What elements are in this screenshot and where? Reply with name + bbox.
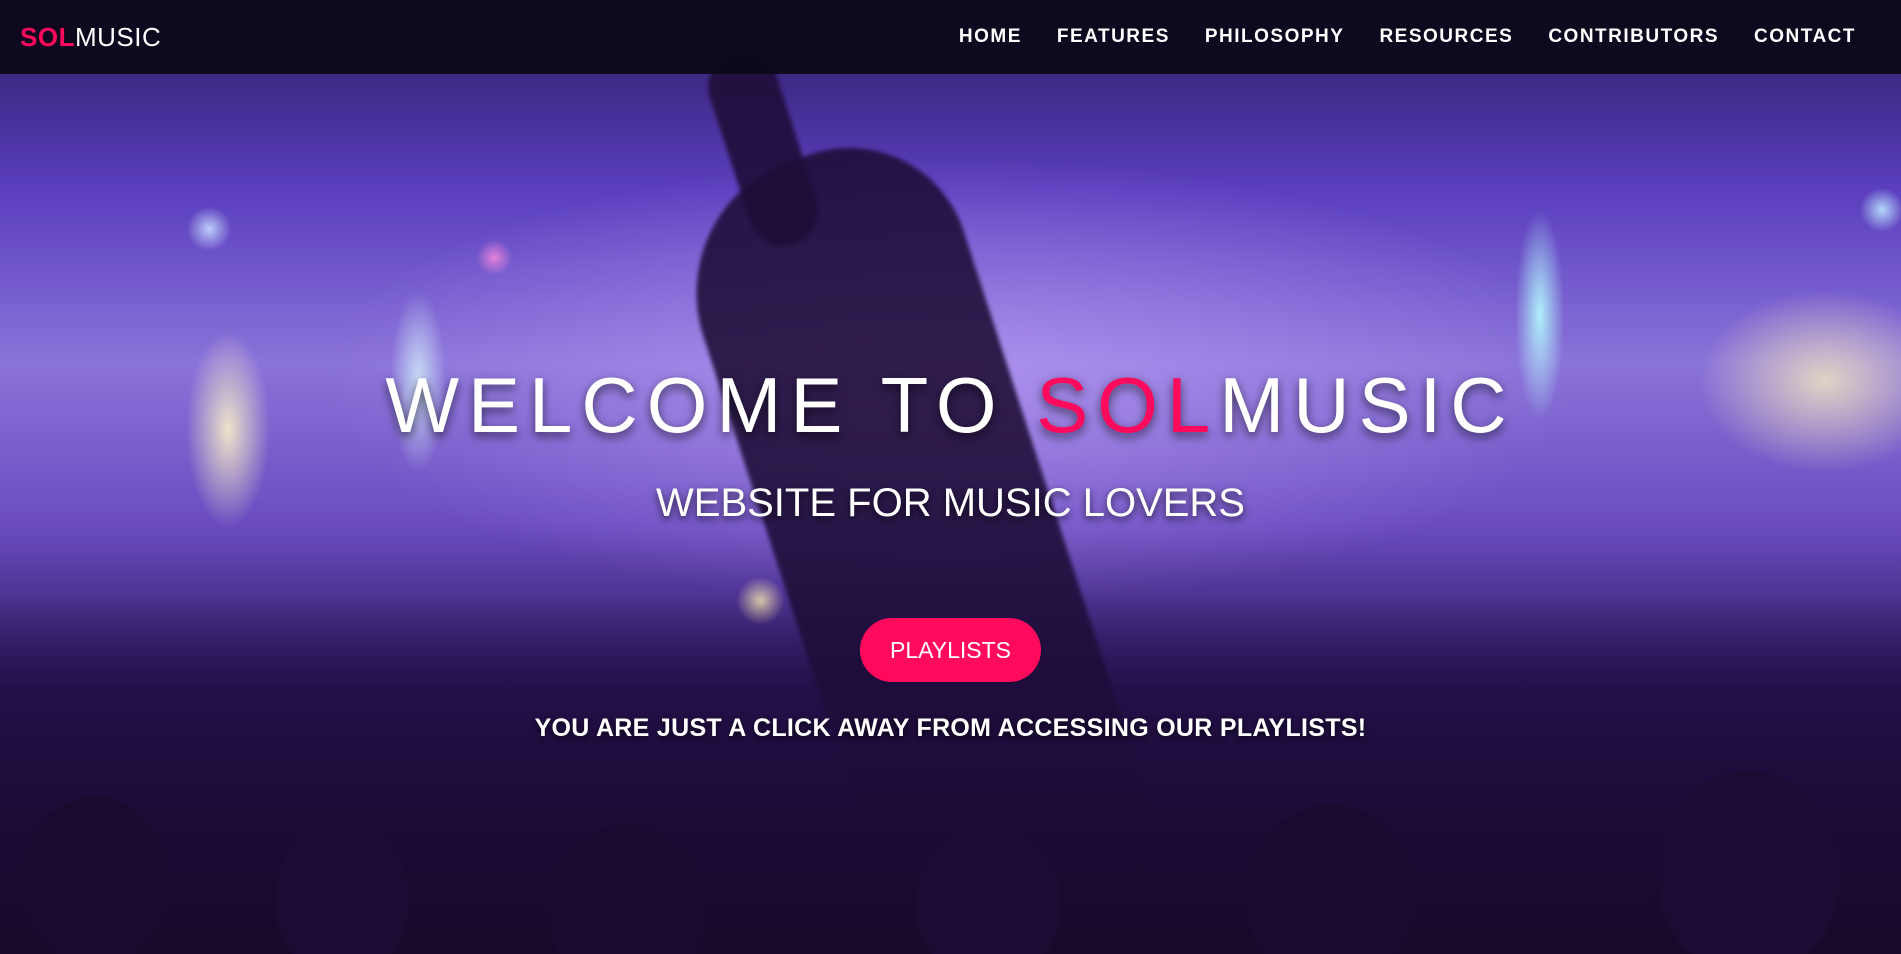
hero-title-prefix: WELCOME TO — [385, 361, 1037, 449]
nav-features[interactable]: FEATURES — [1057, 26, 1170, 48]
nav-home[interactable]: HOME — [959, 26, 1022, 48]
logo-music: MUSIC — [74, 21, 162, 52]
nav-contributors[interactable]: CONTRIBUTORS — [1548, 26, 1719, 48]
nav-resources[interactable]: RESOURCES — [1379, 26, 1513, 48]
hero-title: WELCOME TO SOLMUSIC — [0, 360, 1901, 451]
nav-contact[interactable]: CONTACT — [1754, 26, 1856, 48]
site-logo[interactable]: SOLMUSIC — [20, 22, 161, 53]
hero-title-suffix: MUSIC — [1219, 361, 1516, 449]
nav-philosophy[interactable]: PHILOSOPHY — [1205, 26, 1345, 48]
logo-sol: SOL — [20, 21, 75, 52]
hero-content: WELCOME TO SOLMUSIC WEBSITE FOR MUSIC LO… — [0, 360, 1901, 743]
playlists-button[interactable]: PLAYLISTS — [859, 618, 1042, 682]
top-navbar: SOLMUSIC HOME FEATURES PHILOSOPHY RESOUR… — [0, 0, 1901, 74]
hero-title-accent: SOL — [1036, 361, 1220, 449]
hero-tagline: YOU ARE JUST A CLICK AWAY FROM ACCESSING… — [534, 714, 1367, 742]
main-menu: HOME FEATURES PHILOSOPHY RESOURCES CONTR… — [959, 26, 1856, 48]
hero-subtitle: WEBSITE FOR MUSIC LOVERS — [656, 481, 1245, 525]
